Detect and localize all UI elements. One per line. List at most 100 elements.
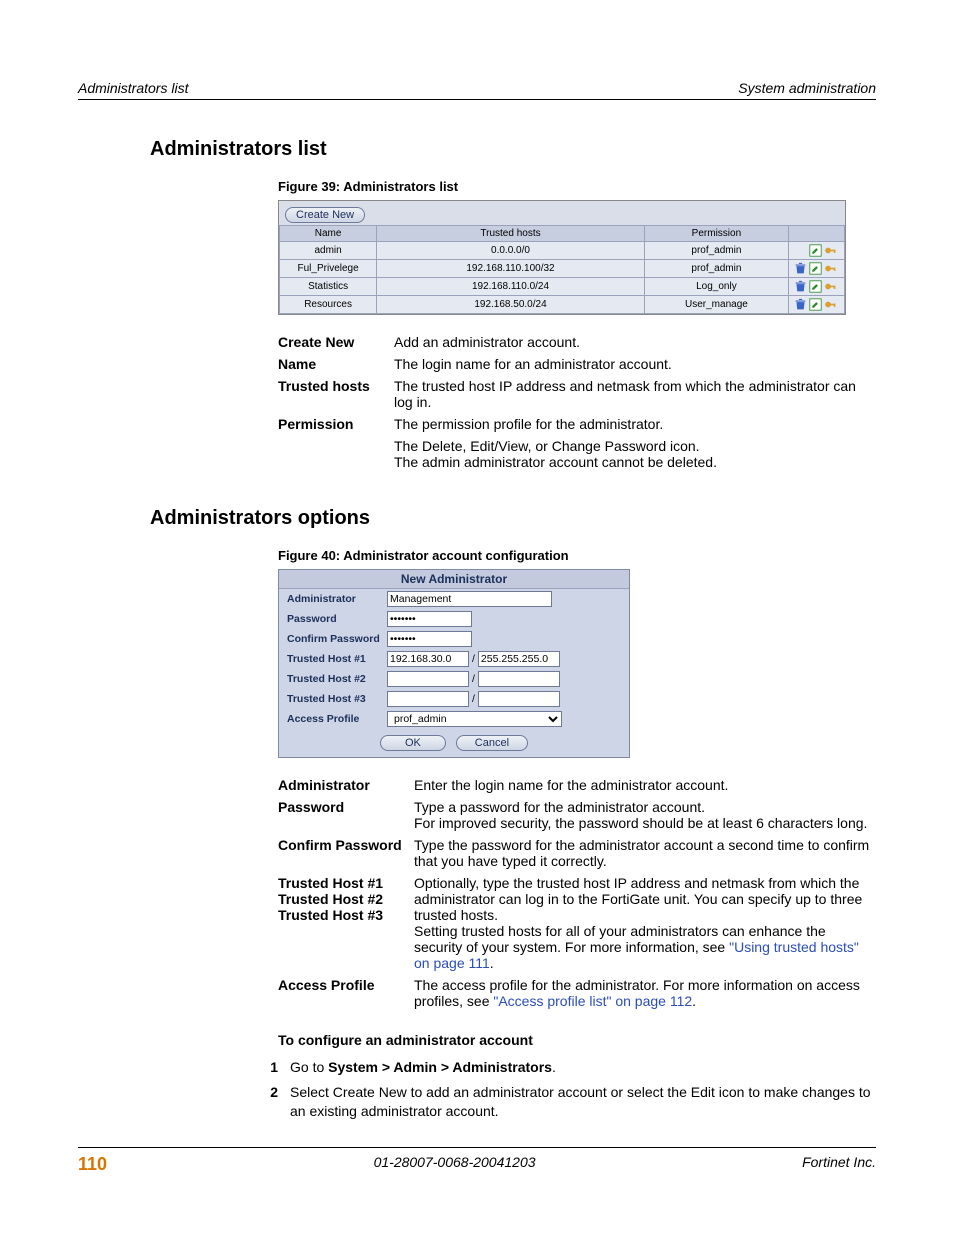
cell-actions bbox=[789, 242, 845, 260]
cell-actions bbox=[789, 278, 845, 296]
cell-hosts: 192.168.50.0/24 bbox=[377, 296, 645, 314]
cell-actions bbox=[789, 296, 845, 314]
def-term: Administrator bbox=[278, 774, 414, 796]
procedure-heading: To configure an administrator account bbox=[278, 1032, 876, 1048]
edit-icon[interactable] bbox=[809, 280, 822, 293]
cell-perm: prof_admin bbox=[644, 242, 788, 260]
cell-perm: prof_admin bbox=[644, 260, 788, 278]
col-hosts: Trusted hosts bbox=[377, 226, 645, 242]
def-desc: The permission profile for the administr… bbox=[394, 413, 876, 435]
step: 1Go to System > Admin > Administrators. bbox=[248, 1058, 876, 1077]
cell-name: Statistics bbox=[280, 278, 377, 296]
cancel-button[interactable]: Cancel bbox=[456, 735, 528, 751]
step-text: Go to System > Admin > Administrators. bbox=[290, 1058, 876, 1077]
ok-button[interactable]: OK bbox=[380, 735, 446, 751]
key-icon[interactable] bbox=[824, 280, 837, 293]
label-th2: Trusted Host #2 bbox=[287, 673, 387, 685]
edit-icon[interactable] bbox=[809, 298, 822, 311]
step-number: 2 bbox=[248, 1083, 290, 1121]
def-desc: The Delete, Edit/View, or Change Passwor… bbox=[394, 435, 876, 473]
running-header: Administrators list System administratio… bbox=[78, 80, 876, 100]
trash-icon[interactable] bbox=[794, 280, 807, 293]
def-desc: The access profile for the administrator… bbox=[414, 974, 876, 1012]
label-confirm-password: Confirm Password bbox=[287, 633, 387, 645]
label-administrator: Administrator bbox=[287, 593, 387, 605]
def-term: Confirm Password bbox=[278, 834, 414, 872]
th3-ip-input[interactable] bbox=[387, 691, 469, 707]
label-th1: Trusted Host #1 bbox=[287, 653, 387, 665]
step-text: Select Create New to add an administrato… bbox=[290, 1083, 876, 1121]
page-number: 110 bbox=[78, 1154, 107, 1175]
cell-name: admin bbox=[280, 242, 377, 260]
cell-hosts: 0.0.0.0/0 bbox=[377, 242, 645, 260]
label-access-profile: Access Profile bbox=[287, 713, 387, 725]
figure39-caption: Figure 39: Administrators list bbox=[278, 179, 876, 194]
key-icon[interactable] bbox=[824, 262, 837, 275]
def-desc: Optionally, type the trusted host IP add… bbox=[414, 872, 876, 974]
def-desc: Type a password for the administrator ac… bbox=[414, 796, 876, 834]
def-term: Access Profile bbox=[278, 974, 414, 1012]
confirm-password-input[interactable] bbox=[387, 631, 472, 647]
cell-perm: Log_only bbox=[644, 278, 788, 296]
header-left: Administrators list bbox=[78, 80, 188, 96]
header-right: System administration bbox=[738, 80, 876, 96]
col-perm: Permission bbox=[644, 226, 788, 242]
slash-separator: / bbox=[469, 693, 478, 705]
def-term: Password bbox=[278, 796, 414, 834]
key-icon[interactable] bbox=[824, 298, 837, 311]
access-profile-select[interactable]: prof_admin bbox=[387, 711, 562, 727]
slash-separator: / bbox=[469, 673, 478, 685]
label-password: Password bbox=[287, 613, 387, 625]
step-number: 1 bbox=[248, 1058, 290, 1077]
def-term: Name bbox=[278, 353, 394, 375]
step: 2Select Create New to add an administrat… bbox=[248, 1083, 876, 1121]
def-term: Permission bbox=[278, 413, 394, 435]
edit-icon[interactable] bbox=[809, 244, 822, 257]
col-actions bbox=[789, 226, 845, 242]
cross-ref-link[interactable]: "Using trusted hosts" on page 111 bbox=[414, 939, 859, 971]
th3-mask-input[interactable] bbox=[478, 691, 560, 707]
th2-ip-input[interactable] bbox=[387, 671, 469, 687]
cell-actions bbox=[789, 260, 845, 278]
trash-icon[interactable] bbox=[794, 298, 807, 311]
def-desc: Add an administrator account. bbox=[394, 331, 876, 353]
section-title-admin-options: Administrators options bbox=[150, 507, 876, 530]
administrator-input[interactable] bbox=[387, 591, 552, 607]
slash-separator: / bbox=[469, 653, 478, 665]
cross-ref-link[interactable]: "Access profile list" on page 112 bbox=[493, 993, 692, 1009]
form-title: New Administrator bbox=[279, 570, 629, 589]
cell-hosts: 192.168.110.100/32 bbox=[377, 260, 645, 278]
col-name: Name bbox=[280, 226, 377, 242]
table-row: admin0.0.0.0/0prof_admin bbox=[280, 242, 845, 260]
def-term bbox=[278, 435, 394, 473]
th2-mask-input[interactable] bbox=[478, 671, 560, 687]
key-icon[interactable] bbox=[824, 244, 837, 257]
figure39-screenshot: Create New Name Trusted hosts Permission… bbox=[278, 200, 846, 315]
def-desc: The login name for an administrator acco… bbox=[394, 353, 876, 375]
th1-mask-input[interactable] bbox=[478, 651, 560, 667]
figure40-caption: Figure 40: Administrator account configu… bbox=[278, 548, 876, 563]
edit-icon[interactable] bbox=[809, 262, 822, 275]
cell-perm: User_manage bbox=[644, 296, 788, 314]
create-new-button[interactable]: Create New bbox=[285, 207, 365, 223]
def-desc: Enter the login name for the administrat… bbox=[414, 774, 876, 796]
def-term: Trusted hosts bbox=[278, 375, 394, 413]
password-input[interactable] bbox=[387, 611, 472, 627]
figure40-screenshot: New Administrator Administrator Password… bbox=[278, 569, 630, 758]
table-row: Ful_Privelege192.168.110.100/32prof_admi… bbox=[280, 260, 845, 278]
cell-name: Ful_Privelege bbox=[280, 260, 377, 278]
th1-ip-input[interactable] bbox=[387, 651, 469, 667]
cell-name: Resources bbox=[280, 296, 377, 314]
footer-docid: 01-28007-0068-20041203 bbox=[374, 1154, 536, 1175]
table-row: Statistics192.168.110.0/24Log_only bbox=[280, 278, 845, 296]
label-th3: Trusted Host #3 bbox=[287, 693, 387, 705]
def-desc: The trusted host IP address and netmask … bbox=[394, 375, 876, 413]
table-row: Resources192.168.50.0/24User_manage bbox=[280, 296, 845, 314]
cell-hosts: 192.168.110.0/24 bbox=[377, 278, 645, 296]
def-desc: Type the password for the administrator … bbox=[414, 834, 876, 872]
footer-company: Fortinet Inc. bbox=[802, 1154, 876, 1175]
trash-icon[interactable] bbox=[794, 262, 807, 275]
section-title-admin-list: Administrators list bbox=[150, 138, 876, 161]
def-term: Create New bbox=[278, 331, 394, 353]
page-footer: 110 01-28007-0068-20041203 Fortinet Inc. bbox=[78, 1147, 876, 1175]
